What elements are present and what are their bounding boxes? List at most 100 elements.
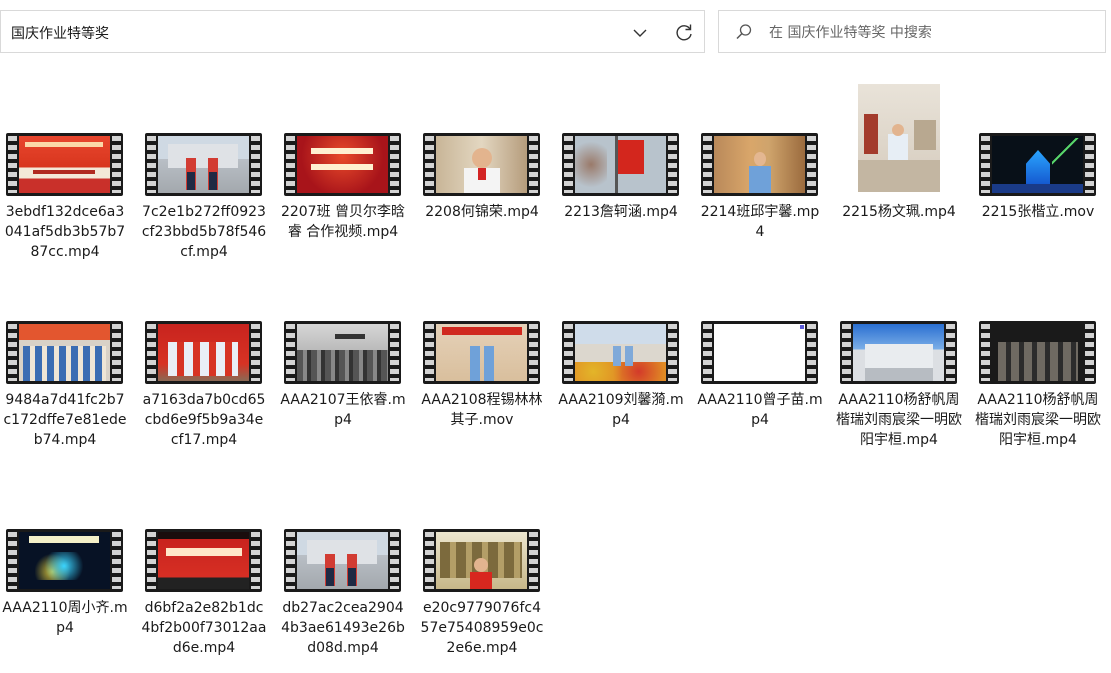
file-item[interactable]: d6bf2a2e82b1dc4bf2b00f73012aad6e.mp4 (139, 480, 269, 658)
video-thumbnail-image (436, 136, 527, 193)
video-thumbnail-image (19, 324, 110, 381)
file-item[interactable]: 3ebdf132dce6a3041af5db3b57b787cc.mp4 (0, 84, 130, 262)
file-name: a7163da7b0cd65cbd6e9f5b9a34ecf17.mp4 (142, 392, 266, 448)
video-thumbnail-image (297, 136, 388, 193)
video-film-icon (6, 529, 123, 592)
file-thumbnail[interactable] (417, 272, 547, 387)
video-film-icon (562, 133, 679, 196)
video-thumbnail-image (714, 136, 805, 193)
file-thumbnail[interactable] (139, 272, 269, 387)
video-film-icon (284, 133, 401, 196)
search-input[interactable] (767, 19, 1091, 47)
file-thumbnail[interactable] (417, 84, 547, 199)
video-film-icon (701, 133, 818, 196)
file-thumbnail[interactable] (278, 272, 408, 387)
video-thumbnail-image (19, 532, 110, 589)
file-thumbnail[interactable] (973, 84, 1103, 199)
file-name: 3ebdf132dce6a3041af5db3b57b787cc.mp4 (4, 204, 126, 260)
video-film-icon (145, 133, 262, 196)
video-film-icon (6, 321, 123, 384)
file-name: 2207班 曾贝尔李晗睿 合作视频.mp4 (280, 204, 406, 240)
file-item[interactable]: AAA2109刘馨漪.mp4 (556, 272, 686, 430)
file-thumbnail[interactable] (417, 480, 547, 595)
file-thumbnail[interactable] (834, 84, 964, 199)
video-film-icon (284, 321, 401, 384)
file-item[interactable]: 2215张楷立.mov (973, 84, 1103, 222)
file-thumbnail[interactable] (556, 272, 686, 387)
file-thumbnail[interactable] (139, 480, 269, 595)
file-name: AAA2110周小齐.mp4 (2, 600, 128, 636)
chevron-down-icon[interactable] (631, 24, 649, 42)
video-film-icon (979, 133, 1096, 196)
video-thumbnail-image (992, 136, 1083, 193)
video-thumbnail-image (853, 324, 944, 381)
file-name: AAA2110杨舒帆周楷瑞刘雨宸梁一明欧阳宇桓.mp4 (975, 392, 1101, 448)
video-thumbnail-image (158, 136, 249, 193)
video-thumbnail-image (858, 84, 940, 192)
file-item[interactable]: 2215杨文珮.mp4 (834, 84, 964, 222)
file-item[interactable]: db27ac2cea29044b3ae61493e26bd08d.mp4 (278, 480, 408, 658)
file-thumbnail[interactable] (278, 480, 408, 595)
file-thumbnail[interactable] (695, 84, 825, 199)
video-thumbnail-image (297, 532, 388, 589)
video-thumbnail-image (158, 532, 249, 589)
video-film-icon (979, 321, 1096, 384)
file-name: 9484a7d41fc2b7c172dffe7e81edeb74.mp4 (3, 392, 127, 448)
file-item[interactable]: 7c2e1b272ff0923cf23bbd5b78f546cf.mp4 (139, 84, 269, 262)
file-thumbnail[interactable] (0, 272, 130, 387)
search-box[interactable] (718, 10, 1106, 53)
file-thumbnail[interactable] (695, 272, 825, 387)
file-name: 7c2e1b272ff0923cf23bbd5b78f546cf.mp4 (141, 204, 267, 260)
video-film-icon (145, 529, 262, 592)
file-name: d6bf2a2e82b1dc4bf2b00f73012aad6e.mp4 (141, 600, 267, 656)
video-film-icon (145, 321, 262, 384)
file-item[interactable]: 2214班邱宇馨.mp4 (695, 84, 825, 242)
file-item[interactable]: 2213詹轲涵.mp4 (556, 84, 686, 222)
file-item[interactable]: AAA2107王依睿.mp4 (278, 272, 408, 430)
video-thumbnail-image (436, 324, 527, 381)
video-film-icon (284, 529, 401, 592)
file-item[interactable]: AAA2108程锡林林其子.mov (417, 272, 547, 430)
file-name: 2215张楷立.mov (981, 204, 1095, 220)
video-thumbnail-image (158, 324, 249, 381)
file-item[interactable]: AAA2110曾子苗.mp4 (695, 272, 825, 430)
file-item[interactable]: AAA2110杨舒帆周楷瑞刘雨宸梁一明欧阳宇桓.mp4 (973, 272, 1103, 450)
file-item[interactable]: a7163da7b0cd65cbd6e9f5b9a34ecf17.mp4 (139, 272, 269, 450)
video-thumbnail-image (992, 324, 1083, 381)
file-thumbnail[interactable] (278, 84, 408, 199)
file-name: e20c9779076fc457e75408959e0c2e6e.mp4 (420, 600, 544, 656)
file-name: 2208何锦荣.mp4 (425, 204, 539, 220)
video-film-icon (840, 321, 957, 384)
video-thumbnail-image (575, 324, 666, 381)
video-thumbnail-image (575, 136, 666, 193)
address-path[interactable]: 国庆作业特等奖 (11, 23, 109, 43)
file-thumbnail[interactable] (556, 84, 686, 199)
file-name: 2213詹轲涵.mp4 (564, 204, 678, 220)
video-film-icon (423, 529, 540, 592)
video-thumbnail-image (714, 324, 805, 381)
file-thumbnail[interactable] (139, 84, 269, 199)
file-item[interactable]: 9484a7d41fc2b7c172dffe7e81edeb74.mp4 (0, 272, 130, 450)
file-item[interactable]: 2207班 曾贝尔李晗睿 合作视频.mp4 (278, 84, 408, 242)
file-name: db27ac2cea29044b3ae61493e26bd08d.mp4 (281, 600, 405, 656)
file-thumbnail[interactable] (973, 272, 1103, 387)
file-thumbnail[interactable] (834, 272, 964, 387)
file-name: AAA2110杨舒帆周楷瑞刘雨宸梁一明欧阳宇桓.mp4 (836, 392, 962, 448)
video-film-icon (701, 321, 818, 384)
video-film-icon (423, 321, 540, 384)
file-thumbnail[interactable] (0, 480, 130, 595)
file-item[interactable]: e20c9779076fc457e75408959e0c2e6e.mp4 (417, 480, 547, 658)
refresh-icon[interactable] (673, 22, 695, 44)
video-film-icon (6, 133, 123, 196)
file-name: 2214班邱宇馨.mp4 (700, 204, 820, 240)
file-thumbnail[interactable] (0, 84, 130, 199)
video-thumbnail-image (19, 136, 110, 193)
address-bar[interactable]: 国庆作业特等奖 (0, 10, 705, 53)
file-item[interactable]: AAA2110周小齐.mp4 (0, 480, 130, 638)
file-item[interactable]: 2208何锦荣.mp4 (417, 84, 547, 222)
video-thumbnail-image (297, 324, 388, 381)
file-name: 2215杨文珮.mp4 (842, 204, 956, 220)
search-icon (736, 24, 752, 40)
file-item[interactable]: AAA2110杨舒帆周楷瑞刘雨宸梁一明欧阳宇桓.mp4 (834, 272, 964, 450)
video-film-icon (423, 133, 540, 196)
